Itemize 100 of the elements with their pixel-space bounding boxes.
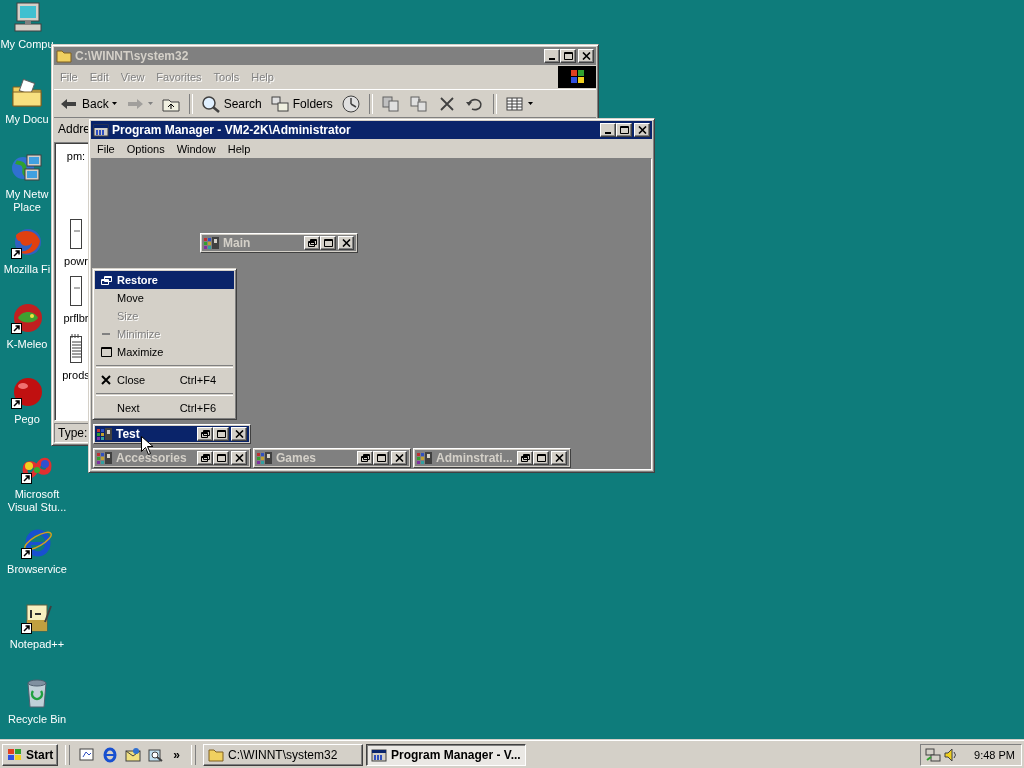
maximize-button[interactable] [213,451,229,465]
program-group-icon [417,451,433,465]
desktop-icon-label[interactable]: Pego [14,413,40,426]
mouse-pointer-icon [141,436,153,455]
maximize-icon [100,347,112,357]
restore-button[interactable] [357,451,373,465]
maximize-button[interactable] [560,49,576,63]
minimize-icon [102,333,110,335]
globe-icon[interactable] [11,227,43,259]
maximize-icon [619,126,629,134]
close-button[interactable] [231,427,247,441]
network-icon[interactable] [925,746,941,763]
search-button[interactable]: Search [197,91,265,116]
clock-icon [340,94,361,113]
restore-button[interactable] [304,236,320,250]
group-title: Adminstrati... [436,451,513,465]
desktop-icon-label[interactable]: My Docu [5,113,49,126]
folders-button[interactable]: Folders [266,91,336,116]
document-icon [70,276,82,306]
file-name[interactable]: powr [64,255,88,267]
minimize-button[interactable] [600,123,616,137]
restore-icon [520,454,530,462]
maximize-button[interactable] [320,236,336,250]
close-button[interactable] [391,451,407,465]
close-button[interactable] [338,236,354,250]
desktop-icon-label[interactable]: Browservice [7,563,67,576]
close-button[interactable] [634,123,650,137]
notepad-icon[interactable] [21,602,53,634]
copy-icon [408,94,429,113]
round-emblem-icon[interactable] [11,302,43,334]
desktop-icon-label[interactable]: Microsoft Visual Stu... [7,488,67,514]
restore-button[interactable] [197,451,213,465]
notepad-icon [70,333,82,363]
clock: 9:48 PM [974,748,1015,761]
file-name[interactable]: pm: [66,150,86,162]
maximize-button[interactable] [533,451,549,465]
minimized-group[interactable]: Adminstrati... [413,448,571,468]
back-button[interactable]: Back [56,91,120,116]
restore-icon [200,454,210,462]
maximize-button[interactable] [213,427,229,441]
desktop-icon-label[interactable]: Mozilla Fi [3,263,51,276]
move-icon [380,94,401,113]
group-title: Games [276,451,317,465]
maximize-button[interactable] [373,451,389,465]
sphere-icon[interactable] [11,377,43,409]
search-icon [148,746,165,763]
document-icon [70,219,82,249]
menu-item[interactable]: Next Ctrl+F6 [95,399,234,417]
restore-icon [360,454,370,462]
browser-icon[interactable] [21,527,53,559]
minimized-group[interactable]: Games [253,448,411,468]
minimized-group[interactable]: Accessories [93,448,251,468]
taskbar-button[interactable]: C:\WINNT\system32 [203,743,364,766]
maximize-icon [323,239,333,247]
desktop-icon-label[interactable]: My Compu [0,38,54,51]
computer-icon[interactable] [11,2,43,34]
close-icon [394,454,404,462]
network-icon[interactable] [11,152,43,184]
start-button[interactable]: Start [2,743,59,766]
minimize-button[interactable] [544,49,560,63]
menu-item[interactable]: Help [221,142,257,155]
minimized-group[interactable]: Main [200,233,358,253]
group-title: Main [223,236,251,250]
close-icon [234,430,244,438]
maximize-button[interactable] [616,123,632,137]
file-name[interactable]: prflbr [63,312,89,324]
status-text: Type: [58,426,88,440]
close-button[interactable] [551,451,567,465]
taskbar-button[interactable]: Program Manager - V... [366,743,527,766]
browser-icon [102,746,119,763]
close-icon [554,454,564,462]
menu-item[interactable]: Restore [95,271,234,289]
menu-item[interactable]: Window [170,142,222,155]
window-title: C:\WINNT\system32 [75,49,189,63]
desktop-icon-label[interactable]: K-Meleo [6,338,48,351]
maximize-icon [216,454,226,462]
restore-button[interactable] [197,427,213,441]
window-icon [371,747,388,762]
restore-icon [200,430,210,438]
menu-item[interactable]: Move [95,289,234,307]
group-title: Test [116,427,140,441]
program-group-icon [97,427,113,441]
desktop-icon-label[interactable]: Notepad++ [9,638,65,651]
speaker-icon[interactable] [943,746,959,763]
menu-item[interactable]: Maximize [95,343,234,361]
menu-item[interactable]: File [91,142,121,155]
desktop-icon-label[interactable]: My Netw Place [5,188,49,214]
close-button[interactable] [578,49,594,63]
grid-icon [504,94,525,113]
menu-item[interactable]: Close Ctrl+F4 [95,371,234,389]
desktop-icon-label[interactable]: Recycle Bin [7,713,67,726]
minimized-group[interactable]: Test [93,424,251,444]
program-group-icon [97,451,113,465]
restore-button[interactable] [517,451,533,465]
folder-icon[interactable] [11,77,43,109]
close-icon [341,239,351,247]
close-button[interactable] [231,451,247,465]
program-group-icon [257,451,273,465]
menu-item[interactable]: Options [120,142,171,155]
chevron-button[interactable]: » [169,747,185,762]
